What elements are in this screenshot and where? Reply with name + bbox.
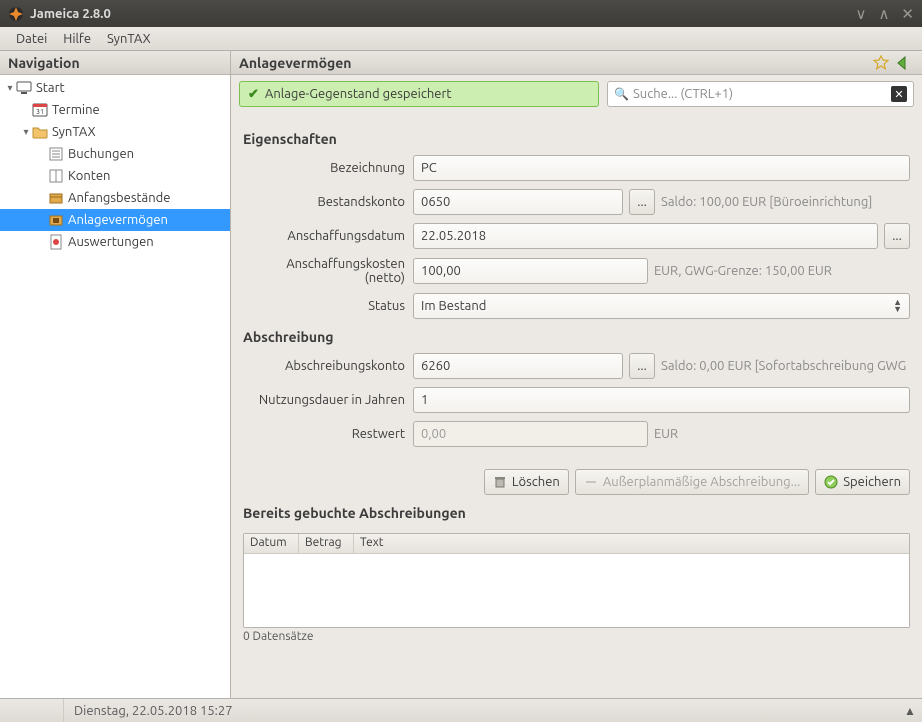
section-bereits-gebucht: Bereits gebuchte Abschreibungen — [243, 505, 910, 521]
label-restwert: Restwert — [243, 427, 413, 441]
input-anschaffungskosten[interactable] — [413, 258, 648, 284]
tree-item-anlagevermoegen[interactable]: Anlagevermögen — [0, 209, 230, 231]
input-nutzungsdauer[interactable] — [413, 387, 910, 413]
extra-writeoff-button[interactable]: Außerplanmäßige Abschreibung... — [575, 469, 809, 495]
tree-item-syntax[interactable]: ▾ SynTAX — [0, 121, 230, 143]
tree-item-buchungen[interactable]: Buchungen — [0, 143, 230, 165]
minimize-button[interactable]: ∨ — [855, 5, 866, 23]
folder-icon — [32, 124, 48, 140]
tree-item-termine[interactable]: 31 Termine — [0, 99, 230, 121]
statusbar-collapse-button[interactable]: ▲ — [898, 704, 922, 718]
label-abschreibungskonto: Abschreibungskonto — [243, 359, 413, 373]
titlebar: Jameica 2.8.0 ∨ ∧ ✕ — [0, 0, 922, 27]
statusbar: Dienstag, 22.05.2018 15:27 ▲ — [0, 698, 922, 722]
calendar-icon: 31 — [32, 102, 48, 118]
input-bezeichnung[interactable] — [413, 155, 910, 181]
hint-bestandskonto: Saldo: 100,00 EUR [Büroeinrichtung] — [661, 195, 872, 209]
lookup-abschreibungskonto-button[interactable]: ... — [629, 353, 655, 379]
window-title: Jameica 2.8.0 — [30, 7, 855, 21]
save-icon — [824, 475, 838, 489]
delete-button[interactable]: Löschen — [484, 469, 569, 495]
success-message: ✔ Anlage-Gegenstand gespeichert — [239, 81, 599, 107]
menubar: Datei Hilfe SynTAX — [0, 27, 922, 51]
table-body — [244, 554, 909, 627]
close-button[interactable]: ✕ — [901, 5, 914, 23]
success-text: Anlage-Gegenstand gespeichert — [265, 87, 452, 101]
tree-label: Anfangsbestände — [68, 191, 170, 205]
col-text[interactable]: Text — [354, 534, 909, 553]
menu-datei[interactable]: Datei — [8, 30, 55, 48]
menu-hilfe[interactable]: Hilfe — [55, 30, 99, 48]
label-bezeichnung: Bezeichnung — [243, 161, 413, 175]
save-button-label: Speichern — [843, 475, 901, 489]
clear-search-button[interactable]: ✕ — [891, 86, 907, 102]
label-anschaffungsdatum: Anschaffungsdatum — [243, 229, 413, 243]
tree-label: Start — [36, 81, 65, 95]
extra-writeoff-label: Außerplanmäßige Abschreibung... — [603, 475, 800, 489]
label-bestandskonto: Bestandskonto — [243, 195, 413, 209]
asset-icon — [48, 212, 64, 228]
section-eigenschaften: Eigenschaften — [243, 131, 910, 147]
input-restwert — [413, 421, 648, 447]
search-input[interactable]: 🔍 Suche... (CTRL+1) ✕ — [607, 81, 914, 107]
minus-icon — [584, 475, 598, 489]
table-footer: 0 Datensätze — [231, 628, 922, 645]
input-abschreibungskonto[interactable] — [413, 353, 623, 379]
tree-item-start[interactable]: ▾ Start — [0, 77, 230, 99]
trash-icon — [493, 475, 507, 489]
label-nutzungsdauer: Nutzungsdauer in Jahren — [243, 393, 413, 407]
tree-label: Auswertungen — [68, 235, 154, 249]
statusbar-date: Dienstag, 22.05.2018 15:27 — [64, 704, 898, 718]
main-panel: Anlagevermögen ✔ Anlage-Gegenstand gespe… — [231, 51, 922, 698]
monitor-icon — [16, 80, 32, 96]
datepicker-button[interactable]: ... — [884, 223, 910, 249]
col-betrag[interactable]: Betrag — [299, 534, 354, 553]
lookup-bestandskonto-button[interactable]: ... — [629, 189, 655, 215]
ledger-icon — [48, 146, 64, 162]
input-bestandskonto[interactable] — [413, 189, 623, 215]
search-icon: 🔍 — [614, 87, 629, 101]
sidebar-title: Navigation — [0, 51, 230, 75]
sidebar: Navigation ▾ Start 31 Termine ▾ SynTAX B… — [0, 51, 231, 698]
bookmark-button[interactable] — [870, 53, 892, 73]
hint-abschreibungskonto: Saldo: 0,00 EUR [Sofortabschreibung GWG — [661, 359, 906, 373]
save-button[interactable]: Speichern — [815, 469, 910, 495]
tree-label: Buchungen — [68, 147, 134, 161]
input-anschaffungsdatum[interactable] — [413, 223, 878, 249]
tree-label: SynTAX — [52, 125, 96, 139]
label-status: Status — [243, 299, 413, 313]
col-datum[interactable]: Datum — [244, 534, 299, 553]
hint-restwert: EUR — [654, 427, 678, 441]
menu-syntax[interactable]: SynTAX — [99, 30, 159, 48]
box-icon — [48, 190, 64, 206]
select-status-value: Im Bestand — [421, 299, 486, 313]
section-abschreibung: Abschreibung — [243, 329, 910, 345]
label-anschaffungskosten: Anschaffungskosten (netto) — [243, 257, 413, 285]
page-title: Anlagevermögen — [239, 55, 870, 71]
tree-label: Konten — [68, 169, 110, 183]
app-icon — [8, 6, 24, 22]
abschreibungen-table[interactable]: Datum Betrag Text — [243, 533, 910, 628]
hint-anschaffungskosten: EUR, GWG-Grenze: 150,00 EUR — [654, 264, 832, 278]
maximize-button[interactable]: ∧ — [878, 5, 889, 23]
nav-tree: ▾ Start 31 Termine ▾ SynTAX Buchungen — [0, 75, 230, 698]
tree-label: Termine — [52, 103, 100, 117]
tree-item-auswertungen[interactable]: Auswertungen — [0, 231, 230, 253]
tree-item-anfangsbestaende[interactable]: Anfangsbestände — [0, 187, 230, 209]
check-icon: ✔ — [248, 87, 259, 102]
tree-label: Anlagevermögen — [68, 213, 168, 227]
select-status[interactable]: Im Bestand ▲▼ — [413, 293, 910, 319]
accounts-icon — [48, 168, 64, 184]
search-placeholder: Suche... (CTRL+1) — [633, 87, 891, 101]
svg-text:31: 31 — [36, 108, 44, 116]
report-icon — [48, 234, 64, 250]
back-button[interactable] — [892, 53, 914, 73]
chevron-updown-icon: ▲▼ — [893, 299, 902, 313]
tree-item-konten[interactable]: Konten — [0, 165, 230, 187]
delete-button-label: Löschen — [512, 475, 560, 489]
statusbar-spacer — [0, 699, 64, 722]
